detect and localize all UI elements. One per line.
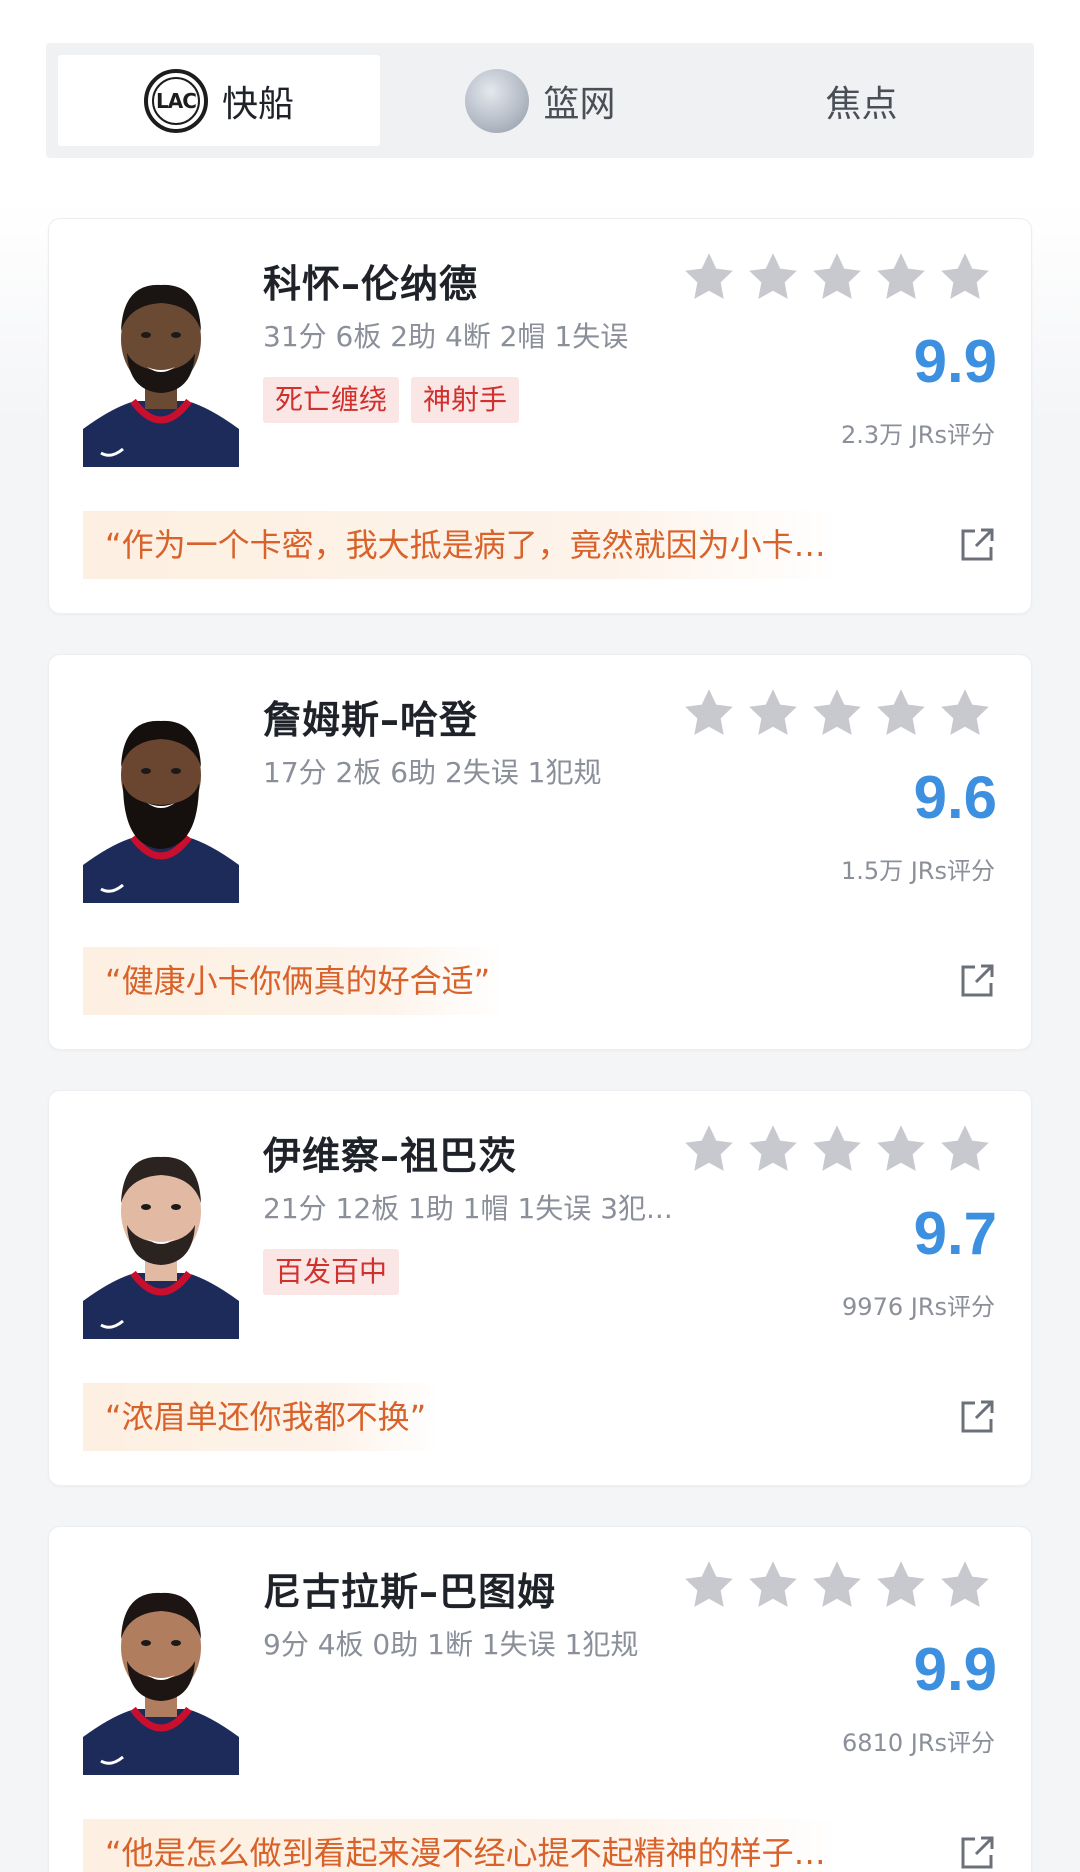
rating-count: 6810 JRs评分 (842, 1729, 995, 1757)
player-score: 9.9 (913, 1636, 997, 1703)
star-icon[interactable] (681, 1557, 737, 1613)
player-tag: 死亡缠绕 (263, 377, 400, 423)
star-icon[interactable] (745, 1121, 801, 1177)
star-icon[interactable] (937, 1557, 993, 1613)
share-icon[interactable] (957, 961, 997, 1001)
player-card[interactable]: 伊维察–祖巴茨 21分 12板 1助 1帽 1失误 3犯... 百发百中 9.7 997… (48, 1090, 1032, 1486)
team-tab-bar: LAC 快船 篮网 焦点 (46, 43, 1034, 158)
star-icon[interactable] (681, 685, 737, 741)
star-icon[interactable] (681, 249, 737, 305)
star-icon[interactable] (809, 1121, 865, 1177)
rating-stars[interactable] (681, 1121, 993, 1177)
rating-count: 1.5万 JRs评分 (840, 857, 995, 885)
rating-count: 9976 JRs评分 (842, 1293, 995, 1321)
rating-count: 2.3万 JRs评分 (840, 421, 995, 449)
star-icon[interactable] (745, 1557, 801, 1613)
player-name: 科怀–伦纳德 (263, 262, 479, 306)
player-stats: 9分 4板 0助 1断 1失误 1犯规 (263, 1628, 639, 1661)
star-icon[interactable] (809, 249, 865, 305)
player-card[interactable]: 科怀–伦纳德 31分 6板 2助 4断 2帽 1失误死亡缠绕 神射手 9.9 2.3万 … (48, 218, 1032, 614)
star-icon[interactable] (745, 249, 801, 305)
player-card[interactable]: 詹姆斯–哈登 17分 2板 6助 2失误 1犯规 9.6 1.5万 JRs评分 “健康小… (48, 654, 1032, 1050)
share-icon[interactable] (957, 525, 997, 565)
player-score: 9.7 (913, 1200, 997, 1267)
rating-stars[interactable] (681, 685, 993, 741)
player-score: 9.6 (913, 764, 997, 831)
player-score: 9.9 (913, 328, 997, 395)
player-stats: 31分 6板 2助 4断 2帽 1失误 (263, 320, 629, 353)
tab-label: 快船 (221, 83, 294, 125)
tab-label: 焦点 (825, 83, 898, 125)
star-icon[interactable] (873, 685, 929, 741)
star-icon[interactable] (937, 249, 993, 305)
hot-comment[interactable]: “健康小卡你俩真的好合适” (83, 947, 505, 1015)
star-icon[interactable] (809, 685, 865, 741)
player-avatar[interactable] (83, 1133, 239, 1339)
player-tag: 神射手 (411, 377, 520, 423)
star-icon[interactable] (937, 1121, 993, 1177)
share-icon[interactable] (957, 1833, 997, 1872)
star-icon[interactable] (873, 1121, 929, 1177)
nets-logo-icon (465, 68, 530, 133)
player-avatar[interactable] (83, 697, 239, 903)
player-stats: 17分 2板 6助 2失误 1犯规 (263, 756, 602, 789)
star-icon[interactable] (873, 249, 929, 305)
share-icon[interactable] (957, 1397, 997, 1437)
player-avatar[interactable] (83, 1569, 239, 1775)
hot-comment[interactable]: “作为一个卡密，我大抵是病了，竟然就因为小卡… (83, 511, 840, 579)
tab-focus[interactable]: 焦点 (701, 55, 1022, 146)
player-tag: 百发百中 (263, 1249, 400, 1295)
page: LAC 快船 篮网 焦点 科怀–伦纳德 31分 6板 2助 4断 2帽 1失误死亡… (0, 0, 1080, 1872)
player-tags: 死亡缠绕 神射手 (263, 377, 520, 423)
player-stats: 21分 12板 1助 1帽 1失误 3犯... (263, 1192, 673, 1225)
star-icon[interactable] (681, 1121, 737, 1177)
rating-stars[interactable] (681, 249, 993, 305)
star-icon[interactable] (809, 1557, 865, 1613)
hot-comment[interactable]: “他是怎么做到看起来漫不经心提不起精神的样子… (83, 1819, 840, 1872)
rating-stars[interactable] (681, 1557, 993, 1613)
player-name: 詹姆斯–哈登 (263, 698, 479, 742)
star-icon[interactable] (873, 1557, 929, 1613)
player-name: 伊维察–祖巴茨 (263, 1134, 518, 1178)
star-icon[interactable] (745, 685, 801, 741)
tab-label: 篮网 (543, 83, 616, 125)
player-tags: 百发百中 (263, 1249, 400, 1295)
clippers-logo-icon: LAC (143, 68, 208, 133)
tab-clippers[interactable]: LAC 快船 (58, 55, 380, 146)
tab-nets[interactable]: 篮网 (380, 55, 701, 146)
hot-comment[interactable]: “浓眉单还你我都不换” (83, 1383, 441, 1451)
player-card[interactable]: 尼古拉斯–巴图姆 9分 4板 0助 1断 1失误 1犯规 9.9 6810 JRs评分… (48, 1526, 1032, 1872)
player-avatar[interactable] (83, 261, 239, 467)
player-name: 尼古拉斯–巴图姆 (263, 1570, 557, 1614)
star-icon[interactable] (937, 685, 993, 741)
